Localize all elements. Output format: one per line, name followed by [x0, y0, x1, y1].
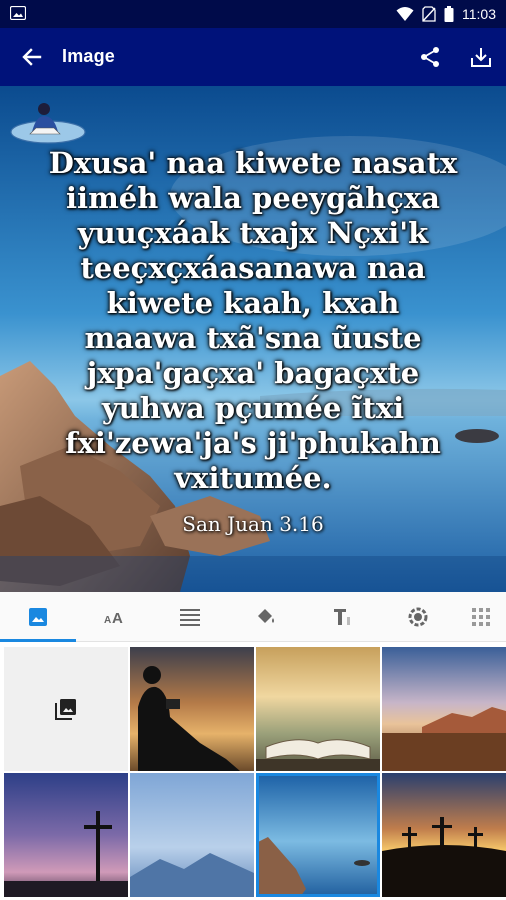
thumbnail-three-crosses-sunset[interactable] — [382, 773, 506, 897]
editor-toolbar: A A — [0, 592, 506, 642]
tab-background-image[interactable] — [0, 592, 76, 642]
wifi-icon — [396, 7, 414, 21]
thumbnail-cross-dusk[interactable] — [4, 773, 128, 897]
verse-image-canvas[interactable]: Dxusa' naa kiwete nasatx iiméh wala peey… — [0, 86, 506, 592]
verse-line: kiwete kaah, kxah — [106, 286, 400, 320]
thumbnail-rocks-sea[interactable] — [256, 773, 380, 897]
share-button[interactable] — [416, 43, 444, 71]
verse-line: yuhwa pçumée ĩtxi — [101, 391, 405, 425]
photo-library-icon — [55, 699, 76, 720]
brightness-icon — [408, 607, 428, 627]
thumbnail-image — [256, 647, 380, 771]
download-icon — [471, 48, 491, 67]
text-format-icon — [334, 609, 350, 625]
app-bar: Image — [0, 28, 506, 86]
thumbnail-image — [4, 773, 128, 897]
verse-line: yuuçxáak txajx Nçxi'k — [77, 216, 429, 250]
fill-color-icon — [258, 609, 274, 623]
svg-text:A: A — [112, 610, 123, 626]
verse-line: Dxusa' naa kiwete nasatx — [48, 146, 458, 180]
thumbnail-image — [130, 773, 254, 897]
verse-line: iiméh wala peeygãhçxa — [66, 181, 440, 215]
verse-text[interactable]: Dxusa' naa kiwete nasatx iiméh wala peey… — [20, 146, 486, 496]
font-size-icon: A A — [104, 610, 123, 626]
thumbnail-image — [130, 647, 254, 771]
thumbnail-misty-mountains[interactable] — [130, 773, 254, 897]
verse-line: fxi'zewa'ja's ji'phukahn — [65, 426, 441, 460]
status-bar: 11:03 — [0, 0, 506, 28]
no-sim-icon — [422, 6, 436, 22]
tab-grid[interactable] — [456, 592, 506, 642]
grid-icon — [472, 608, 490, 626]
image-icon — [29, 608, 47, 626]
status-icons: 11:03 — [396, 5, 496, 23]
back-button[interactable] — [18, 43, 46, 71]
tab-font-size[interactable]: A A — [76, 592, 152, 642]
image-notification-icon — [10, 6, 26, 20]
verse-line: maawa txã'sna ũuste — [84, 321, 422, 355]
verse-line: jxpa'gaçxa' bagaçxte — [86, 356, 420, 390]
thumbnail-desert-sunset[interactable] — [382, 647, 506, 771]
verse-line: teeçxçxáasanawa naa — [80, 251, 426, 285]
text-align-icon — [180, 609, 200, 626]
verse-reference[interactable]: San Juan 3.16 — [0, 512, 506, 536]
page-title: Image — [62, 46, 116, 66]
status-time: 11:03 — [462, 6, 496, 22]
open-gallery-button[interactable] — [4, 647, 128, 771]
tab-brightness[interactable] — [380, 592, 456, 642]
svg-text:A: A — [104, 615, 111, 626]
thumbnail-open-book-lake[interactable] — [256, 647, 380, 771]
background-thumbnail-grid — [0, 643, 506, 900]
thumbnail-image — [382, 773, 506, 897]
tab-fill-color[interactable] — [228, 592, 304, 642]
thumbnail-image — [256, 773, 380, 897]
battery-icon — [444, 6, 454, 22]
arrow-back-icon — [22, 48, 42, 66]
download-button[interactable] — [467, 43, 495, 71]
tab-text-align[interactable] — [152, 592, 228, 642]
tab-text-format[interactable] — [304, 592, 380, 642]
app-logo-reader-icon — [10, 103, 86, 144]
share-icon — [421, 47, 439, 67]
thumbnail-boy-reading-sunset[interactable] — [130, 647, 254, 771]
verse-line: vxitumée. — [174, 461, 332, 495]
thumbnail-image — [382, 647, 506, 771]
